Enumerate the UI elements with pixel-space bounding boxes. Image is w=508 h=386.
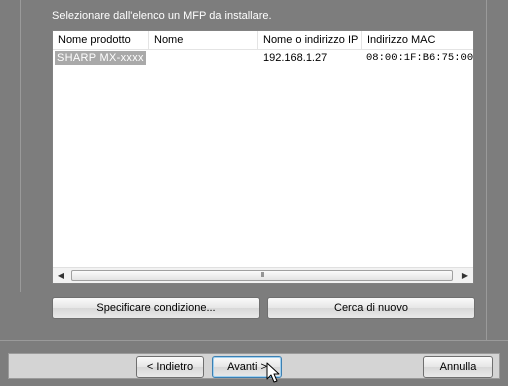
frame-border-left [20, 0, 21, 292]
row-mac-address: 08:00:1F:B6:75:00 [366, 52, 474, 64]
specify-condition-button[interactable]: Specificare condizione... [52, 297, 260, 319]
scroll-left-icon[interactable]: ◀ [53, 268, 69, 283]
frame-divider [0, 340, 508, 341]
column-header-product[interactable]: Nome prodotto [53, 31, 149, 49]
mouse-pointer-icon [266, 362, 280, 383]
column-header-mac[interactable]: Indirizzo MAC [362, 31, 473, 49]
search-again-button[interactable]: Cerca di nuovo [267, 297, 475, 319]
column-header-name[interactable]: Nome [149, 31, 258, 49]
row-product-name: SHARP MX-xxxx [55, 51, 146, 65]
frame-border-right [486, 0, 487, 340]
row-ip-address: 192.168.1.27 [263, 52, 328, 64]
list-header: Nome prodotto Nome Nome o indirizzo IP I… [53, 31, 473, 50]
scroll-thumb[interactable]: III [71, 270, 453, 281]
instruction-text: Selezionare dall'elenco un MFP da instal… [52, 10, 272, 22]
back-button[interactable]: < Indietro [136, 356, 204, 378]
scroll-right-icon[interactable]: ▶ [457, 268, 473, 283]
horizontal-scrollbar[interactable]: ◀ III ▶ [53, 267, 473, 283]
column-header-ip[interactable]: Nome o indirizzo IP [258, 31, 362, 49]
mfp-list[interactable]: Nome prodotto Nome Nome o indirizzo IP I… [52, 30, 474, 284]
table-row[interactable]: SHARP MX-xxxx 192.168.1.27 08:00:1F:B6:7… [53, 51, 473, 65]
cancel-button[interactable]: Annulla [423, 356, 493, 378]
